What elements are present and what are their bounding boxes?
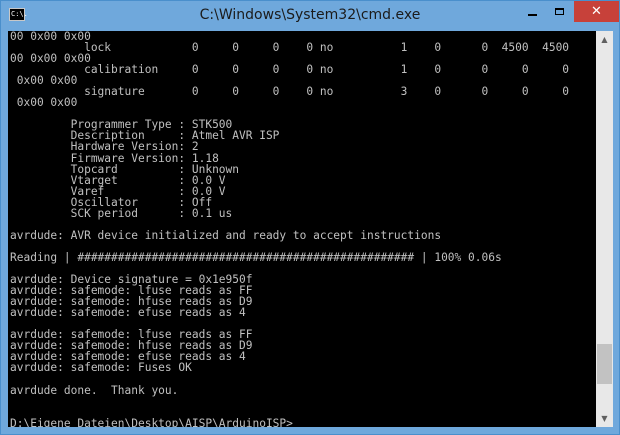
- close-button[interactable]: ✕: [574, 1, 619, 22]
- console-output[interactable]: 00 0x00 0x00 lock 0 0 0 0 no 1 0 0 4500 …: [8, 31, 596, 427]
- cmd-window: C:\. C:\Windows\System32\cmd.exe ✕ 00 0x…: [0, 0, 620, 435]
- console-line: lock 0 0 0 0 no 1 0 0 4500 4500: [10, 41, 570, 55]
- console-text: 00 0x00 0x00 lock 0 0 0 0 no 1 0 0 4500 …: [8, 31, 596, 427]
- scroll-up-button[interactable]: ▲: [596, 31, 613, 48]
- console-line: avrdude done. Thank you.: [10, 383, 179, 397]
- scroll-down-icon: ▼: [601, 414, 608, 423]
- close-icon: ✕: [591, 4, 602, 19]
- scrollbar-thumb[interactable]: [597, 344, 612, 385]
- title-bar[interactable]: C:\. C:\Windows\System32\cmd.exe ✕: [1, 1, 619, 31]
- scroll-up-icon: ▲: [601, 35, 608, 44]
- console-line: D:\Eigene Dateien\Desktop\AISP\ArduinoIS…: [10, 416, 293, 427]
- console-line: avrdude: safemode: efuse reads as 4: [10, 306, 246, 320]
- scroll-down-button[interactable]: ▼: [596, 410, 613, 427]
- console-line: calibration 0 0 0 0 no 1 0 0 0 0: [10, 63, 570, 77]
- console-line: 0x00 0x00: [10, 96, 78, 110]
- console-line: SCK period : 0.1 us: [10, 206, 233, 220]
- maximize-icon: [555, 8, 564, 15]
- minimize-icon: [528, 13, 537, 16]
- console-line: avrdude: safemode: Fuses OK: [10, 361, 192, 375]
- console-line: avrdude: AVR device initialized and read…: [10, 228, 442, 242]
- vertical-scrollbar[interactable]: ▲ ▼: [596, 31, 613, 427]
- maximize-button[interactable]: [546, 1, 573, 22]
- console-line: signature 0 0 0 0 no 3 0 0 0 0: [10, 85, 570, 99]
- console-line: Reading | ##############################…: [10, 250, 502, 264]
- minimize-button[interactable]: [519, 1, 546, 22]
